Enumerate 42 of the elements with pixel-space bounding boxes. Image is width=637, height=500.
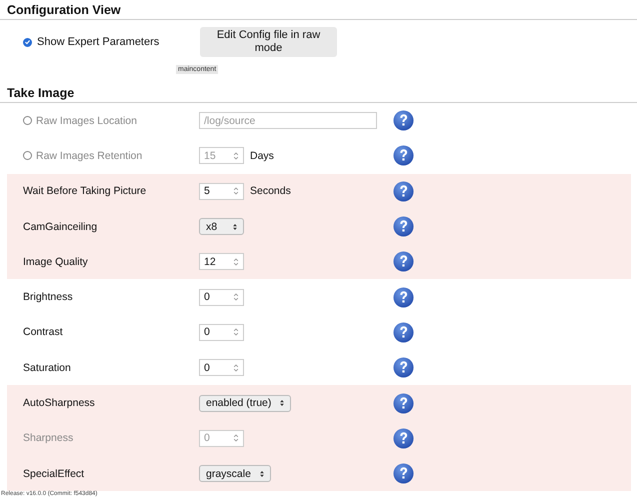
help-icon[interactable] — [393, 251, 414, 272]
edit-config-button[interactable]: Edit Config file in raw mode — [200, 27, 337, 57]
spinner-icon[interactable] — [233, 292, 239, 302]
section-heading: Take Image — [0, 83, 637, 103]
parameter-label: AutoSharpness — [23, 397, 95, 410]
parameter-label: Raw Images Location — [36, 114, 137, 127]
select-dropdown[interactable]: enabled (true) — [199, 394, 292, 412]
parameter-label: CamGainceiling — [23, 220, 98, 233]
dropdown-arrow-icon — [258, 468, 265, 479]
spinner-icon[interactable] — [233, 256, 239, 267]
parameter-label: Contrast — [23, 326, 63, 338]
help-icon[interactable] — [393, 357, 414, 378]
number-field[interactable]: 0 — [199, 359, 244, 376]
parameter-label: Saturation — [23, 362, 71, 374]
number-field[interactable]: 0 — [199, 324, 244, 341]
unit-label: Days — [250, 150, 274, 162]
checkbox[interactable] — [23, 38, 32, 46]
section-heading: Configuration View — [0, 0, 637, 20]
number-field[interactable]: 0 — [199, 288, 244, 306]
parameter-label: Brightness — [23, 291, 73, 304]
select-dropdown[interactable]: x8 — [199, 218, 244, 236]
unit-label: Seconds — [250, 185, 291, 198]
dropdown-arrow-icon — [232, 222, 238, 232]
help-icon[interactable] — [393, 322, 414, 343]
help-icon[interactable] — [393, 180, 414, 202]
parameter-label: SpecialEffect — [23, 468, 84, 480]
number-field[interactable]: 12 — [199, 253, 244, 270]
help-icon[interactable] — [393, 392, 414, 414]
parameter-label: Wait Before Taking Picture — [23, 185, 146, 198]
spinner-icon[interactable] — [233, 327, 239, 338]
number-field[interactable]: 5 — [199, 182, 244, 200]
dropdown-arrow-icon — [279, 398, 286, 408]
help-icon[interactable] — [393, 286, 414, 308]
parameter-label: Image Quality — [23, 256, 88, 268]
parameter-label: Sharpness — [23, 432, 74, 444]
select-dropdown[interactable]: grayscale — [199, 465, 271, 482]
help-icon[interactable] — [393, 463, 414, 484]
spinner-icon[interactable] — [233, 186, 239, 196]
parameter-label: Raw Images Retention — [36, 150, 142, 162]
spinner-icon[interactable] — [233, 362, 239, 373]
help-icon[interactable] — [393, 216, 414, 238]
checkbox-label: Show Expert Parameters — [37, 36, 160, 48]
